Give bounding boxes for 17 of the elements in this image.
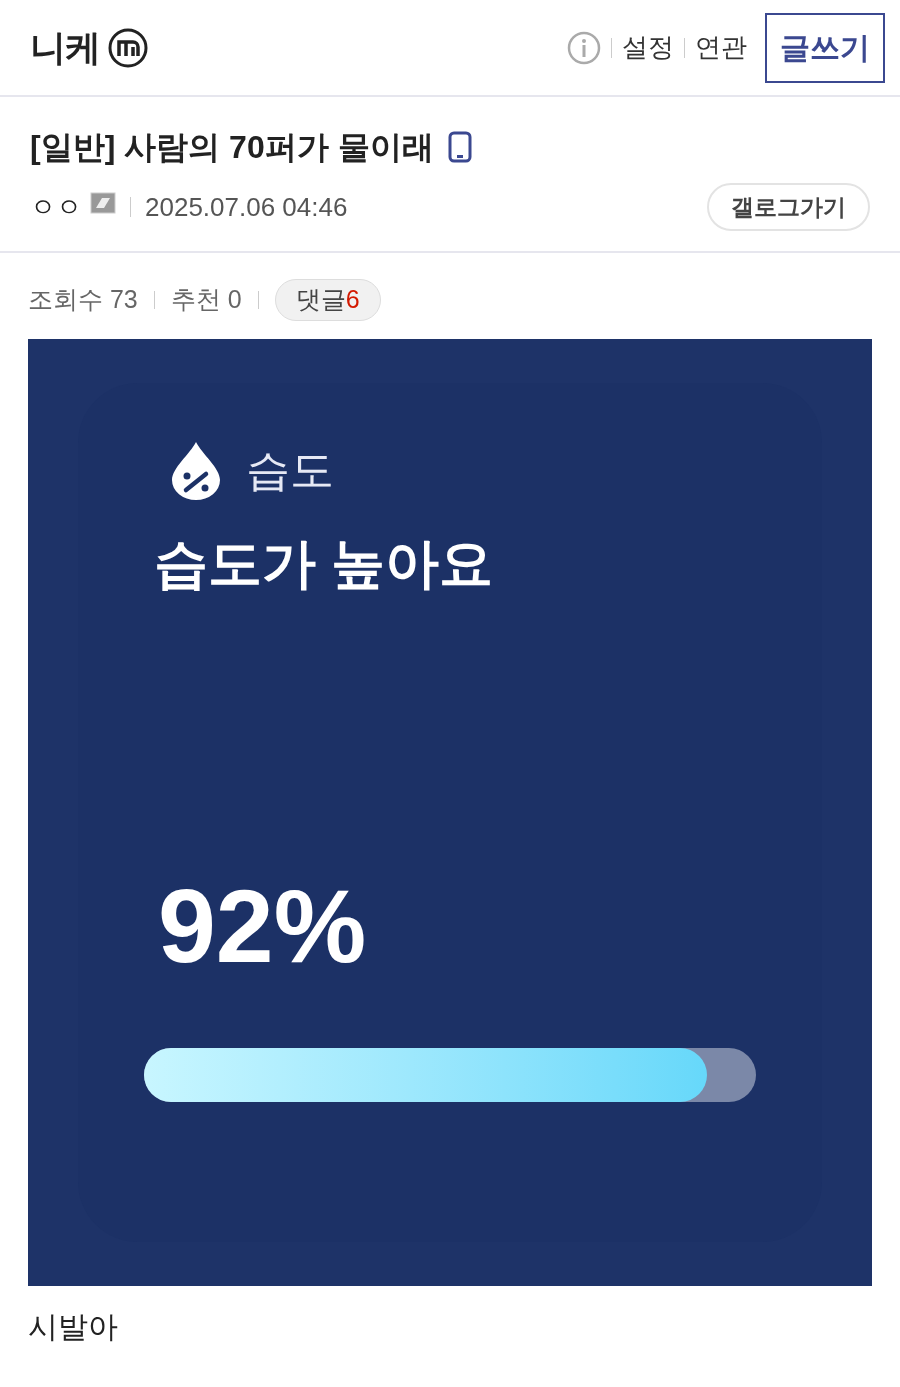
stat-text: 조회수 73 bbox=[28, 284, 138, 316]
post-title: [일반] 사람의 70퍼가 물이래 bbox=[30, 128, 434, 167]
post-date: 2025.07.06 04:46 bbox=[145, 190, 348, 224]
gallog-button[interactable]: 갤로그가기 bbox=[707, 183, 870, 231]
post-body: 시발아 bbox=[27, 1309, 119, 1345]
humidity-status: 습도가 높아요 bbox=[154, 532, 494, 595]
gallery-name[interactable]: 니케 bbox=[30, 20, 101, 75]
mobile-icon bbox=[447, 131, 472, 163]
comment-button[interactable]: 댓글6 bbox=[274, 279, 381, 321]
header-link[interactable]: 연관 bbox=[695, 28, 747, 67]
humidity-reading: 92% bbox=[158, 874, 368, 978]
write-button[interactable]: 글쓰기 bbox=[765, 12, 885, 83]
author-name[interactable]: ㅇㅇ bbox=[30, 187, 82, 227]
widget-label: 습도 bbox=[246, 444, 334, 496]
header-link[interactable]: 설정 bbox=[622, 28, 674, 67]
info-icon[interactable] bbox=[567, 30, 601, 65]
stat-text: 추천 0 bbox=[170, 284, 242, 316]
